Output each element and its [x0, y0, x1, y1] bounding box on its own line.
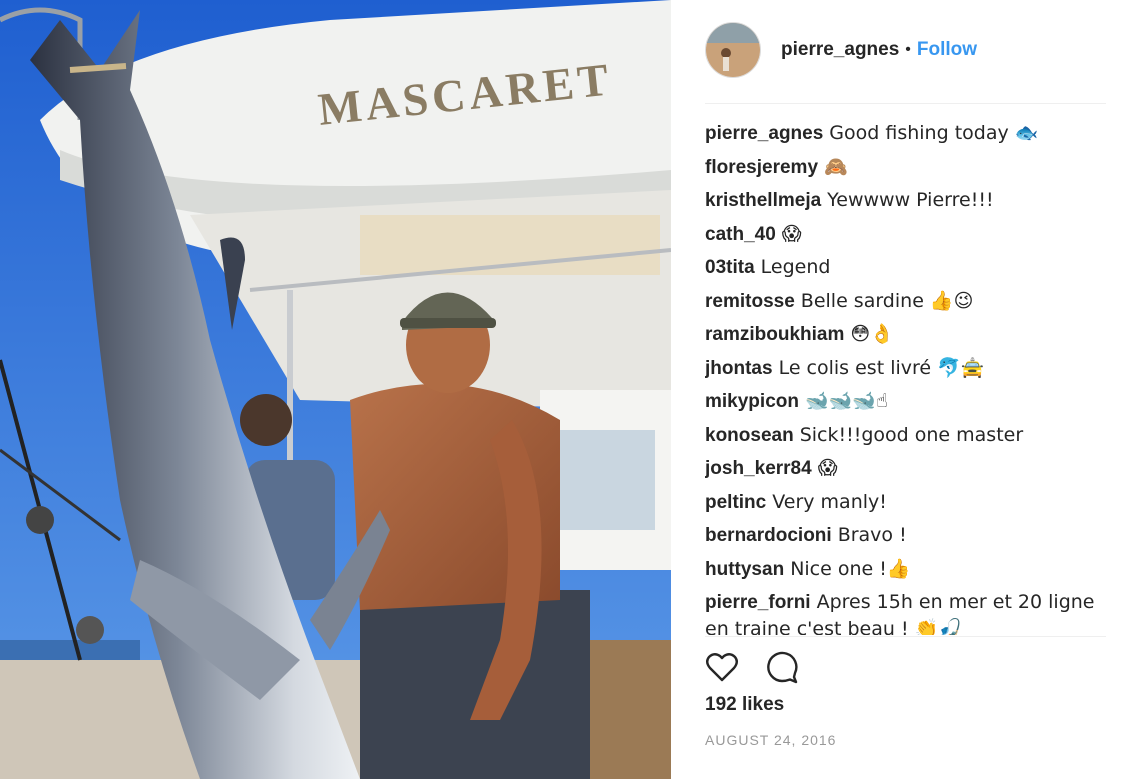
heart-icon[interactable]	[705, 650, 739, 684]
comments-list[interactable]: pierre_agnes Good fishing today 🐟 floresj…	[705, 120, 1110, 635]
comment: ramziboukhiam 😳👌	[705, 321, 1110, 348]
comment-icon[interactable]	[765, 650, 799, 684]
comment: konosean Sick!!!good one master	[705, 422, 1110, 449]
header-divider	[705, 103, 1106, 104]
comment-text: Legend	[760, 256, 831, 278]
post-details-panel: pierre_agnes • Follow pierre_agnes Good f…	[671, 0, 1138, 779]
comment-author[interactable]: bernardocioni	[705, 525, 832, 546]
comment: peltinc Very manly!	[705, 489, 1110, 516]
comments-divider	[705, 636, 1106, 637]
comment-author[interactable]: konosean	[705, 425, 794, 446]
comment: mikypicon 🐋🐋🐋☝	[705, 388, 1110, 415]
separator-dot: •	[905, 41, 911, 58]
comment-author[interactable]: cath_40	[705, 224, 776, 245]
comment-author[interactable]: pierre_agnes	[705, 123, 823, 144]
comment: jhontas Le colis est livré 🐬🚖	[705, 355, 1110, 382]
comment-text: 🙈	[824, 155, 848, 178]
post-date: AUGUST 24, 2016	[705, 732, 837, 748]
comment: 03tita Legend	[705, 254, 1110, 281]
comment-text: 🐋🐋🐋☝	[804, 390, 888, 412]
comment-author[interactable]: remitosse	[705, 291, 795, 312]
comment: pierre_forni Apres 15h en mer et 20 ligne…	[705, 589, 1110, 635]
comment-text: Le colis est livré 🐬🚖	[778, 356, 985, 379]
comment: floresjeremy 🙈	[705, 154, 1110, 181]
comment-text: 😱	[817, 457, 838, 479]
comment-author[interactable]: mikypicon	[705, 391, 799, 412]
comment: pierre_agnes Good fishing today 🐟	[705, 120, 1110, 147]
post-actions	[705, 650, 799, 684]
comment: remitosse Belle sardine 👍😉	[705, 288, 1110, 315]
comment: huttysan Nice one !👍	[705, 556, 1110, 583]
comment-author[interactable]: ramziboukhiam	[705, 324, 844, 345]
comment-text: Good fishing today 🐟	[829, 122, 1039, 144]
post-photo[interactable]: MASCARET	[0, 0, 671, 779]
comment-text: Sick!!!good one master	[799, 423, 1024, 446]
comment-text: 😱	[781, 222, 802, 245]
comment-text: Yewwww Pierre!!!	[827, 189, 994, 211]
comment-text: 😳👌	[850, 323, 894, 345]
comment: josh_kerr84 😱	[705, 455, 1110, 482]
comment-author[interactable]: huttysan	[705, 559, 784, 580]
comment: kristhellmeja Yewwww Pierre!!!	[705, 187, 1110, 214]
comment: cath_40 😱	[705, 221, 1110, 248]
follow-button[interactable]: Follow	[917, 39, 977, 61]
comment-author[interactable]: peltinc	[705, 492, 766, 513]
author-username[interactable]: pierre_agnes	[781, 39, 899, 61]
comment: bernardocioni Bravo !	[705, 522, 1110, 549]
comment-text: Very manly!	[772, 490, 887, 513]
comment-text: Belle sardine 👍😉	[800, 289, 974, 312]
comment-author[interactable]: floresjeremy	[705, 157, 818, 178]
comment-author[interactable]: jhontas	[705, 358, 773, 379]
comment-author[interactable]: pierre_forni	[705, 592, 811, 613]
avatar[interactable]	[705, 22, 761, 78]
comment-author[interactable]: 03tita	[705, 257, 755, 278]
comment-text: Bravo !	[837, 524, 907, 546]
comment-author[interactable]: kristhellmeja	[705, 190, 821, 211]
comment-author[interactable]: josh_kerr84	[705, 458, 812, 479]
likes-count[interactable]: 192 likes	[705, 694, 784, 716]
comment-text: Nice one !👍	[790, 557, 911, 580]
post-header: pierre_agnes • Follow	[705, 22, 1105, 78]
